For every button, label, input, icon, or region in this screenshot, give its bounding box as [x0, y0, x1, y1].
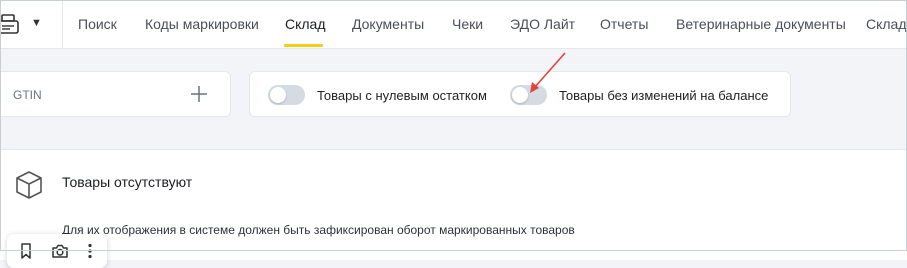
- toggle-filters: Товары с нулевым остатком Товары без изм…: [249, 71, 791, 117]
- zero-balance-label: Товары с нулевым остатком: [317, 88, 487, 103]
- top-header: ▼ Поиск Коды маркировки Склад Документы …: [0, 0, 907, 49]
- nav-search[interactable]: Поиск: [78, 16, 117, 32]
- floating-toolbar: [7, 234, 107, 268]
- box-icon: [16, 171, 42, 199]
- gtin-label: GTIN: [13, 88, 42, 102]
- nav-marking-codes[interactable]: Коды маркировки: [145, 16, 259, 32]
- bookmark-icon[interactable]: [19, 243, 33, 259]
- nav-warehouse[interactable]: Склад: [285, 16, 326, 32]
- camera-icon[interactable]: [51, 243, 69, 259]
- gtin-filter[interactable]: GTIN: [0, 71, 231, 117]
- caret-down-icon: ▼: [31, 17, 42, 29]
- toggle-knob: [512, 87, 528, 103]
- empty-state-title: Товары отсутствуют: [62, 174, 193, 190]
- nav-receipts[interactable]: Чеки: [452, 16, 483, 32]
- plus-icon[interactable]: [189, 84, 209, 104]
- more-vertical-icon[interactable]: [87, 243, 93, 259]
- unchanged-balance-toggle[interactable]: [510, 85, 547, 105]
- toggle-knob: [270, 87, 286, 103]
- nav-warehouse-2[interactable]: Склад: [866, 16, 907, 32]
- nav-edo-lite[interactable]: ЭДО Лайт: [510, 16, 575, 32]
- nav-reports[interactable]: Отчеты: [600, 16, 648, 32]
- nav-vet-documents[interactable]: Ветеринарные документы: [676, 16, 846, 32]
- nav-documents[interactable]: Документы: [352, 16, 424, 32]
- empty-state-description: Для их отображения в системе должен быть…: [62, 223, 575, 237]
- empty-state: Товары отсутствуют Для их отображения в …: [0, 149, 907, 260]
- unchanged-balance-label: Товары без изменений на балансе: [559, 88, 769, 103]
- active-tab-indicator: [284, 44, 323, 47]
- app-switcher-button[interactable]: ▼: [0, 0, 63, 48]
- zero-balance-toggle[interactable]: [268, 85, 305, 105]
- cash-register-icon: [0, 14, 19, 34]
